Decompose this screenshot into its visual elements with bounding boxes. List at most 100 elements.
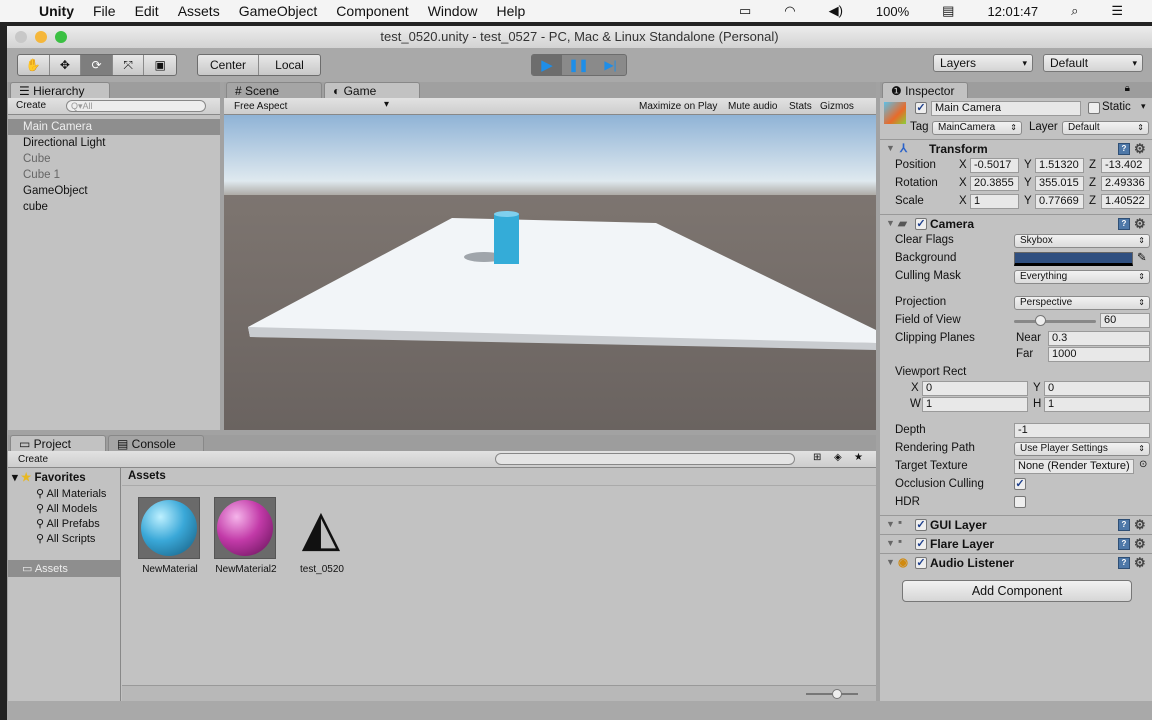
near-input[interactable]: 0.3 xyxy=(1048,331,1150,346)
hierarchy-search-input[interactable]: Q▾All xyxy=(66,100,206,112)
occlusion-culling-checkbox[interactable]: ✓ xyxy=(1014,478,1026,490)
position-x-input[interactable]: -0.5017 xyxy=(970,158,1019,173)
favorites-item[interactable]: ▾ ★ Favorites xyxy=(8,468,120,486)
rotation-z-input[interactable]: 2.49336 xyxy=(1101,176,1150,191)
lock-icon[interactable]: 🔒︎ xyxy=(1125,83,1130,94)
notifications-icon[interactable]: ☰ xyxy=(1111,3,1123,19)
menu-window[interactable]: Window xyxy=(428,3,478,19)
scale-y-input[interactable]: 0.77669 xyxy=(1035,194,1084,209)
favorite-all-materials[interactable]: ⚲ All Materials xyxy=(8,486,120,501)
menu-app[interactable]: Unity xyxy=(39,3,74,19)
wifi-icon[interactable]: ◠ xyxy=(784,3,795,19)
favorite-all-prefabs[interactable]: ⚲ All Prefabs xyxy=(8,516,120,531)
layout-dropdown[interactable]: Default xyxy=(1043,54,1143,72)
favorite-all-scripts[interactable]: ⚲ All Scripts xyxy=(8,531,120,546)
gizmos-button[interactable]: Gizmos xyxy=(820,101,854,112)
battery-label[interactable]: 100% xyxy=(876,4,909,19)
tab-game[interactable]: ◐ Game xyxy=(324,82,420,98)
object-name-input[interactable]: Main Camera xyxy=(931,101,1081,116)
clock[interactable]: 12:01:47 xyxy=(987,4,1038,19)
favorite-star-icon[interactable]: ★ xyxy=(854,452,863,463)
hierarchy-create-button[interactable]: Create xyxy=(16,100,46,111)
minimize-button[interactable] xyxy=(35,31,47,43)
tab-scene[interactable]: # Scene xyxy=(226,82,322,98)
hierarchy-item[interactable]: Cube 1 xyxy=(8,167,220,183)
rendering-path-dropdown[interactable]: Use Player Settings xyxy=(1014,442,1150,456)
mute-audio-button[interactable]: Mute audio xyxy=(728,101,777,112)
menu-edit[interactable]: Edit xyxy=(135,3,159,19)
menu-component[interactable]: Component xyxy=(336,3,408,19)
spotlight-icon[interactable]: ⌕ xyxy=(1071,3,1078,19)
stats-button[interactable]: Stats xyxy=(789,101,812,112)
rotate-tool-icon[interactable]: ⟳ xyxy=(81,55,113,75)
object-picker-icon[interactable]: ⊙ xyxy=(1139,459,1147,470)
hierarchy-item[interactable]: GameObject xyxy=(8,183,220,199)
menu-file[interactable]: File xyxy=(93,3,116,19)
hierarchy-item[interactable]: cube xyxy=(8,199,220,215)
rotation-x-input[interactable]: 20.3855 xyxy=(970,176,1019,191)
gear-icon[interactable]: ⚙ xyxy=(1134,517,1146,533)
filter-type-icon[interactable]: ⊞ xyxy=(813,452,821,463)
asset-newmaterial2[interactable]: NewMaterial2 xyxy=(214,497,278,575)
camera-header[interactable]: ▼ ▰ ✓ Camera ? ⚙ xyxy=(880,214,1152,233)
tag-dropdown[interactable]: MainCamera xyxy=(932,121,1022,135)
position-y-input[interactable]: 1.51320 xyxy=(1035,158,1084,173)
position-z-input[interactable]: -13.402 xyxy=(1101,158,1150,173)
flag-icon[interactable]: ▤ xyxy=(942,3,954,19)
active-checkbox[interactable]: ✓ xyxy=(915,102,927,114)
viewport-y-input[interactable]: 0 xyxy=(1044,381,1150,396)
scale-x-input[interactable]: 1 xyxy=(970,194,1019,209)
airplay-icon[interactable]: ▭ xyxy=(739,3,751,19)
viewport-x-input[interactable]: 0 xyxy=(922,381,1028,396)
assets-folder[interactable]: ▭ Assets xyxy=(8,560,120,577)
camera-enabled-checkbox[interactable]: ✓ xyxy=(915,218,927,230)
fov-slider-thumb[interactable] xyxy=(1035,315,1047,326)
tab-hierarchy[interactable]: ☰ Hierarchy xyxy=(10,82,110,98)
eyedropper-icon[interactable]: ✎ xyxy=(1137,250,1147,264)
tab-project[interactable]: ▭ Project xyxy=(10,435,106,451)
component-enabled-checkbox[interactable]: ✓ xyxy=(915,538,927,550)
scale-tool-icon[interactable]: ⤧ xyxy=(113,55,145,75)
tab-console[interactable]: ▤ Console xyxy=(108,435,204,451)
rect-tool-icon[interactable]: ▣ xyxy=(144,55,176,75)
fov-slider[interactable] xyxy=(1014,320,1096,323)
gear-icon[interactable]: ⚙ xyxy=(1134,536,1146,552)
move-tool-icon[interactable]: ✥ xyxy=(50,55,82,75)
maximize-on-play-button[interactable]: Maximize on Play xyxy=(639,101,717,112)
asset-newmaterial[interactable]: NewMaterial xyxy=(138,497,202,575)
project-create-button[interactable]: Create xyxy=(18,454,48,465)
volume-icon[interactable]: ◀) xyxy=(829,3,843,19)
game-viewport[interactable] xyxy=(224,115,876,430)
hierarchy-item[interactable]: Directional Light xyxy=(8,135,220,151)
menu-help[interactable]: Help xyxy=(496,3,525,19)
gear-icon[interactable]: ⚙ xyxy=(1134,141,1146,157)
menu-assets[interactable]: Assets xyxy=(178,3,220,19)
gear-icon[interactable]: ⚙ xyxy=(1134,555,1146,571)
add-component-button[interactable]: Add Component xyxy=(902,580,1132,602)
tab-inspector[interactable]: ❶ Inspector xyxy=(882,82,968,98)
component-header-flare-layer[interactable]: ▼ ▪ ✓ Flare Layer ? ⚙ xyxy=(880,534,1152,553)
background-color-swatch[interactable] xyxy=(1014,252,1133,266)
layers-dropdown[interactable]: Layers xyxy=(933,54,1033,72)
asset-scene-test0520[interactable]: ◭ test_0520 xyxy=(290,497,354,575)
far-input[interactable]: 1000 xyxy=(1048,347,1150,362)
assets-breadcrumb[interactable]: Assets xyxy=(122,468,876,486)
play-button[interactable]: ▶ xyxy=(532,55,564,75)
static-checkbox[interactable] xyxy=(1088,102,1100,114)
center-button[interactable]: Center xyxy=(198,55,260,75)
menu-gameobject[interactable]: GameObject xyxy=(239,3,318,19)
project-search-input[interactable] xyxy=(495,453,795,465)
clear-flags-dropdown[interactable]: Skybox xyxy=(1014,234,1150,248)
close-button[interactable] xyxy=(15,31,27,43)
depth-input[interactable]: -1 xyxy=(1014,423,1150,438)
zoom-button[interactable] xyxy=(55,31,67,43)
gear-icon[interactable]: ⚙ xyxy=(1134,216,1146,232)
help-icon[interactable]: ? xyxy=(1118,557,1130,569)
local-button[interactable]: Local xyxy=(259,55,320,75)
help-icon[interactable]: ? xyxy=(1118,538,1130,550)
step-button[interactable]: ▶| xyxy=(595,55,626,75)
filter-label-icon[interactable]: ◈ xyxy=(834,452,842,463)
hand-tool-icon[interactable]: ✋ xyxy=(18,55,50,75)
pause-button[interactable]: ❚❚ xyxy=(563,55,596,75)
help-icon[interactable]: ? xyxy=(1118,143,1130,155)
